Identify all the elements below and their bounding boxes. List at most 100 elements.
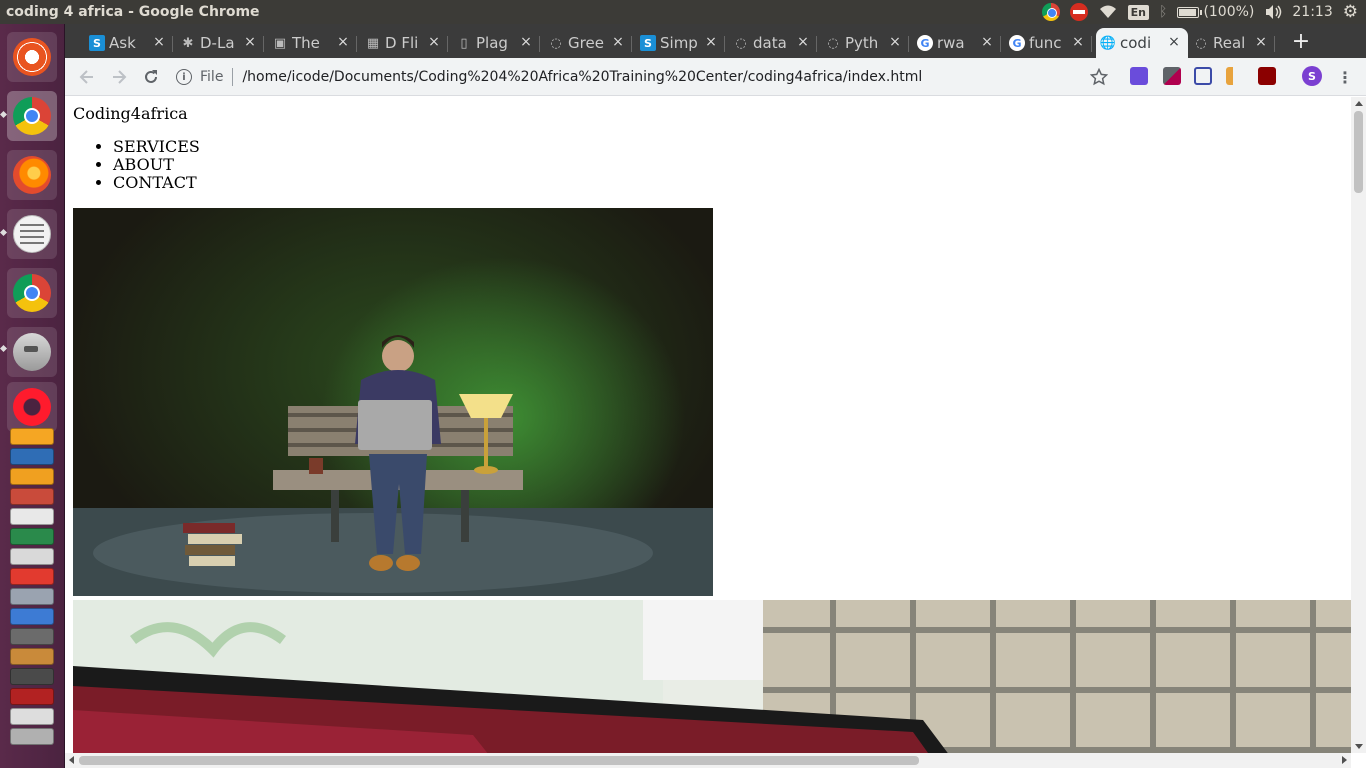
browser-tab[interactable]: 🌐 codi × <box>1096 28 1188 58</box>
system-tray: En ᛒ (100%) 21:13 ⚙ <box>1041 0 1366 24</box>
launcher-files-button[interactable] <box>7 327 57 377</box>
chrome-icon <box>13 274 51 312</box>
tab-separator <box>263 36 264 52</box>
tab-close-icon[interactable]: × <box>795 34 811 50</box>
forward-button[interactable] <box>107 65 131 89</box>
launcher-firefox-button[interactable] <box>7 150 57 200</box>
reload-button[interactable] <box>139 65 163 89</box>
launcher-chrome-button[interactable] <box>7 91 57 141</box>
bluetooth-icon[interactable]: ᛒ <box>1159 4 1167 20</box>
launcher-stacked-app[interactable] <box>10 488 54 505</box>
launcher-stacked-app[interactable] <box>10 548 54 565</box>
site-title: Coding4africa <box>73 104 188 123</box>
extension-video-icon[interactable] <box>1130 67 1148 85</box>
launcher-stacked-app[interactable] <box>10 688 54 705</box>
launcher-stacked-app[interactable] <box>10 648 54 665</box>
nav-item-about[interactable]: ABOUT <box>113 156 200 174</box>
nav-item-services[interactable]: SERVICES <box>113 138 200 156</box>
launcher-stacked-app[interactable] <box>10 428 54 445</box>
tab-close-icon[interactable]: × <box>887 34 903 50</box>
browser-tab[interactable]: ▦ D Fli × <box>361 28 448 58</box>
tab-favicon-icon: G <box>917 35 933 51</box>
tab-separator <box>724 36 725 52</box>
back-button[interactable] <box>75 65 99 89</box>
site-info-icon[interactable]: i <box>176 69 192 85</box>
launcher-stacked-app[interactable] <box>10 588 54 605</box>
tab-close-icon[interactable]: × <box>1166 34 1182 50</box>
launcher-stacked-app[interactable] <box>10 628 54 645</box>
tab-favicon-icon: G <box>1009 35 1025 51</box>
browser-tab[interactable]: ◌ data × <box>729 28 817 58</box>
address-divider <box>232 68 234 86</box>
tab-close-icon[interactable]: × <box>518 34 534 50</box>
tab-close-icon[interactable]: × <box>242 34 258 50</box>
browser-tab[interactable]: ▯ Plag × <box>452 28 540 58</box>
tab-close-icon[interactable]: × <box>335 34 351 50</box>
new-tab-button[interactable]: + <box>1290 29 1312 54</box>
page-viewport: Coding4africa SERVICES ABOUT CONTACT <box>65 97 1351 753</box>
launcher-stacked-app[interactable] <box>10 508 54 525</box>
browser-tab[interactable]: ◌ Gree × <box>544 28 632 58</box>
tab-separator <box>816 36 817 52</box>
browser-tab[interactable]: S Ask × <box>85 28 173 58</box>
scroll-down-arrow-icon[interactable] <box>1355 744 1363 749</box>
launcher-chrome-button-2[interactable] <box>7 268 57 318</box>
launcher-stacked-app[interactable] <box>10 728 54 745</box>
scroll-right-arrow-icon[interactable] <box>1342 756 1347 764</box>
wifi-icon[interactable] <box>1098 4 1118 20</box>
browser-tab[interactable]: ▣ The × <box>268 28 357 58</box>
battery-indicator[interactable]: (100%) <box>1177 4 1254 20</box>
address-url[interactable]: /home/icode/Documents/Coding%204%20Afric… <box>242 69 922 85</box>
launcher-stacked-app[interactable] <box>10 708 54 725</box>
session-gear-icon[interactable]: ⚙ <box>1343 2 1358 22</box>
tab-close-icon[interactable]: × <box>979 34 995 50</box>
tab-close-icon[interactable]: × <box>1253 34 1269 50</box>
chrome-indicator-icon[interactable] <box>1041 3 1060 21</box>
launcher-stacked-app[interactable] <box>10 468 54 485</box>
launcher-sidebar <box>0 24 65 768</box>
launcher-stacked-app[interactable] <box>10 668 54 685</box>
ubuntu-dash-button[interactable] <box>7 32 57 82</box>
nav-item-contact[interactable]: CONTACT <box>113 174 200 192</box>
keyboard-layout-indicator[interactable]: En <box>1127 4 1150 20</box>
browser-tab[interactable]: Gfunc × <box>1005 28 1092 58</box>
profile-avatar[interactable]: S <box>1302 66 1322 86</box>
browser-tab[interactable]: ◌ Pyth × <box>821 28 909 58</box>
vertical-scroll-thumb[interactable] <box>1354 111 1363 193</box>
launcher-stacked-app[interactable] <box>10 608 54 625</box>
tab-close-icon[interactable]: × <box>703 34 719 50</box>
hero-image-developer-on-bench <box>73 208 713 596</box>
tab-close-icon[interactable]: × <box>610 34 626 50</box>
tab-close-icon[interactable]: × <box>1070 34 1086 50</box>
chrome-menu-icon[interactable]: ⋮ <box>1333 65 1357 89</box>
launcher-stacked-app[interactable] <box>10 568 54 585</box>
launcher-stacked-app[interactable] <box>10 448 54 465</box>
launcher-stacked-app[interactable] <box>10 528 54 545</box>
clock[interactable]: 21:13 <box>1292 4 1332 20</box>
horizontal-scroll-thumb[interactable] <box>79 756 919 765</box>
do-not-disturb-icon[interactable] <box>1069 3 1088 21</box>
volume-icon[interactable] <box>1264 4 1282 20</box>
tab-separator <box>172 36 173 52</box>
browser-tab[interactable]: Grwa × <box>913 28 1001 58</box>
extension-audio-icon[interactable] <box>1258 67 1276 85</box>
bookmark-star-icon[interactable] <box>1087 65 1111 89</box>
browser-tab[interactable]: ◌ Real × <box>1189 28 1275 58</box>
extension-eyedropper-icon[interactable] <box>1163 67 1181 85</box>
vertical-scrollbar[interactable] <box>1351 97 1366 753</box>
opera-icon <box>13 388 51 426</box>
tab-close-icon[interactable]: × <box>151 34 167 50</box>
tab-close-icon[interactable]: × <box>426 34 442 50</box>
launcher-opera-button[interactable] <box>7 382 57 432</box>
scroll-left-arrow-icon[interactable] <box>69 756 74 764</box>
scroll-up-arrow-icon[interactable] <box>1355 101 1363 106</box>
address-bar[interactable]: i File /home/icode/Documents/Coding%204%… <box>172 62 1182 92</box>
battery-icon <box>1177 6 1203 18</box>
extension-tool-icon[interactable] <box>1226 67 1244 85</box>
launcher-text-editor-button[interactable] <box>7 209 57 259</box>
extension-ruler-icon[interactable] <box>1194 67 1212 85</box>
browser-tab[interactable]: S Simp × <box>636 28 725 58</box>
tab-separator <box>1274 36 1275 52</box>
horizontal-scrollbar[interactable] <box>65 753 1351 768</box>
browser-tab[interactable]: ✱ D-La × <box>176 28 264 58</box>
